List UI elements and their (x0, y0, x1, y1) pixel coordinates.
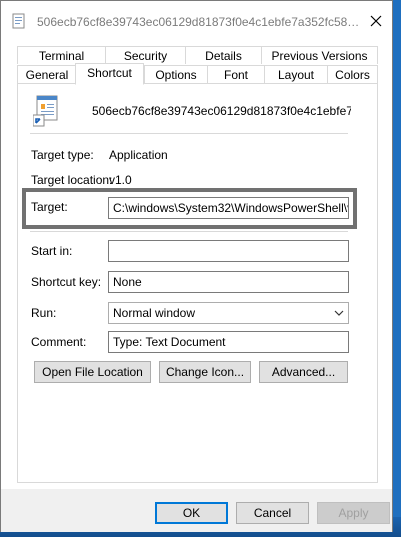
tab-font[interactable]: Font (207, 65, 265, 83)
apply-button[interactable]: Apply (317, 502, 390, 524)
close-button[interactable] (366, 11, 386, 31)
title-bar[interactable]: 506ecb76cf8e39743ec06129d81873f0e4c1ebfe… (1, 1, 392, 41)
tab-options[interactable]: Options (144, 65, 208, 83)
window-title: 506ecb76cf8e39743ec06129d81873f0e4c1ebfe… (37, 15, 363, 29)
target-input[interactable]: C:\windows\System32\WindowsPowerShell\v1… (108, 197, 349, 219)
target-type-label: Target type: (31, 148, 94, 162)
change-icon-button[interactable]: Change Icon... (159, 361, 251, 383)
tab-row-top: Terminal Security Details Previous Versi… (17, 46, 378, 65)
run-label: Run: (31, 306, 57, 320)
tab-details[interactable]: Details (185, 46, 262, 64)
shortcut-file-name[interactable]: 506ecb76cf8e39743ec06129d81873f0e4c1ebfe… (92, 104, 351, 118)
comment-label: Comment: (31, 335, 87, 349)
separator (30, 231, 348, 232)
tab-layout[interactable]: Layout (264, 65, 328, 83)
tab-shortcut[interactable]: Shortcut (75, 63, 144, 85)
properties-dialog: 506ecb76cf8e39743ec06129d81873f0e4c1ebfe… (0, 0, 393, 532)
chevron-down-icon (334, 310, 344, 316)
separator (30, 133, 348, 134)
start-in-input[interactable] (108, 240, 349, 262)
dialog-footer: OK Cancel Apply (1, 489, 392, 532)
target-location-label: Target location: (31, 173, 113, 187)
tab-terminal[interactable]: Terminal (17, 46, 106, 64)
ok-button[interactable]: OK (155, 502, 228, 524)
text-document-shortcut-icon (33, 95, 58, 127)
tab-colors[interactable]: Colors (327, 65, 378, 83)
tab-general[interactable]: General (17, 65, 77, 83)
shortcut-key-input[interactable]: None (108, 271, 349, 293)
tab-previous-versions[interactable]: Previous Versions (261, 46, 378, 64)
tab-security[interactable]: Security (105, 46, 186, 64)
target-location-value: v1.0 (109, 173, 132, 187)
run-selected-value: Normal window (113, 306, 196, 320)
target-label: Target: (31, 200, 68, 214)
open-file-location-button[interactable]: Open File Location (34, 361, 151, 383)
target-type-value: Application (109, 148, 168, 162)
tab-row-bottom: General Shortcut Options Font Layout Col… (17, 63, 378, 85)
run-select[interactable]: Normal window (108, 302, 349, 324)
advanced-button[interactable]: Advanced... (259, 361, 348, 383)
comment-input[interactable]: Type: Text Document (108, 331, 349, 353)
text-document-icon (12, 13, 25, 29)
shortcut-key-label: Shortcut key: (31, 275, 102, 289)
start-in-label: Start in: (31, 244, 73, 258)
cancel-button[interactable]: Cancel (236, 502, 309, 524)
close-icon (370, 15, 382, 27)
